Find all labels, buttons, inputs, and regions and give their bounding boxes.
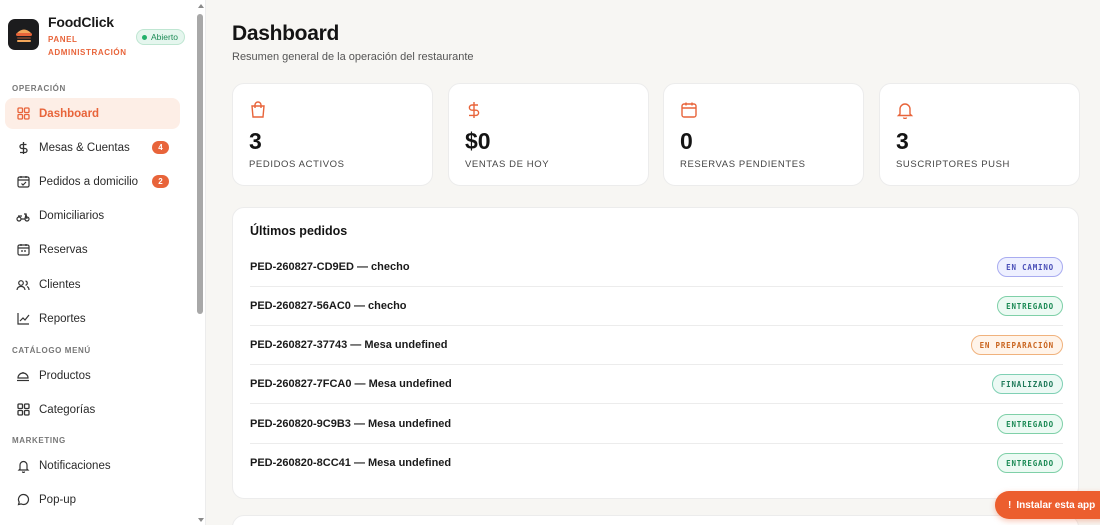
order-status-badge: FINALIZADO xyxy=(991,374,1063,394)
stat-card-pedidos-activos: 3 PEDIDOS ACTIVOS xyxy=(232,83,433,186)
calendar-icon xyxy=(680,101,698,119)
grid-icon xyxy=(16,107,30,121)
bell-icon xyxy=(16,459,30,473)
order-row[interactable]: PED-260827-7FCA0 — Mesa undefined FINALI… xyxy=(250,365,1063,404)
stat-value: $0 xyxy=(465,128,491,154)
order-id-text: PED-260827-37743 — Mesa undefined xyxy=(250,339,448,351)
sidebar-item-label: Reservas xyxy=(39,243,88,256)
sidebar-item-popup[interactable]: Pop-up xyxy=(5,484,180,515)
sidebar-item-label: Pedidos a domicilio xyxy=(39,175,139,188)
main-content: Dashboard Resumen general de la operació… xyxy=(207,0,1100,525)
sidebar-item-clientes[interactable]: Clientes xyxy=(5,269,180,300)
dollar-icon xyxy=(16,141,30,155)
status-text: Abierto xyxy=(151,32,178,42)
calendar-icon xyxy=(16,243,30,257)
latest-orders-card: Últimos pedidos PED-260827-CD9ED — chech… xyxy=(232,207,1079,499)
next-section-card xyxy=(232,515,1079,525)
mesas-count-badge: 4 xyxy=(152,141,169,154)
sidebar-item-categorias[interactable]: Categorías xyxy=(5,394,180,425)
order-row[interactable]: PED-260827-56AC0 — checho ENTREGADO xyxy=(250,287,1063,326)
order-row[interactable]: PED-260820-8CC41 — Mesa undefined ENTREG… xyxy=(250,444,1063,483)
scroll-up-arrow-icon[interactable] xyxy=(198,4,204,8)
chart-line-icon xyxy=(16,312,30,326)
sidebar-item-reservas[interactable]: Reservas xyxy=(5,234,180,265)
latest-orders-title: Últimos pedidos xyxy=(250,224,348,238)
sidebar-item-label: Dashboard xyxy=(39,107,100,120)
stat-label: PEDIDOS ACTIVOS xyxy=(249,159,345,170)
stat-value: 3 xyxy=(896,128,909,154)
scroll-down-arrow-icon[interactable] xyxy=(198,518,204,522)
sidebar-item-label: Domiciliarios xyxy=(39,209,105,222)
dish-icon xyxy=(16,369,30,383)
sidebar-item-label: Reportes xyxy=(39,312,86,325)
chat-bubble-icon xyxy=(16,493,30,507)
sidebar-item-label: Productos xyxy=(39,369,91,382)
sidebar-item-label: Pop-up xyxy=(39,493,77,506)
page-title: Dashboard xyxy=(232,22,339,45)
stat-label: VENTAS DE HOY xyxy=(465,159,550,170)
stat-label: RESERVAS PENDIENTES xyxy=(680,159,806,170)
sidebar-item-dashboard[interactable]: Dashboard xyxy=(5,98,180,129)
stat-card-suscriptores-push: 3 SUSCRIPTORES PUSH xyxy=(879,83,1080,186)
brand-logo xyxy=(8,19,39,50)
order-id-text: PED-260827-56AC0 — checho xyxy=(250,300,407,312)
order-status-badge: ENTREGADO xyxy=(997,414,1063,434)
sidebar-item-label: Clientes xyxy=(39,278,81,291)
stat-label: SUSCRIPTORES PUSH xyxy=(896,159,1011,170)
order-status-badge: EN CAMINO xyxy=(997,257,1063,277)
sidebar-item-label: Notificaciones xyxy=(39,459,111,472)
sidebar-item-label: Mesas & Cuentas xyxy=(39,141,130,154)
scroll-thumb[interactable] xyxy=(197,14,203,314)
order-row[interactable]: PED-260827-37743 — Mesa undefined EN PRE… xyxy=(250,326,1063,365)
status-dot-icon xyxy=(142,34,147,40)
scooter-icon xyxy=(16,209,30,223)
sidebar-item-mesas[interactable]: Mesas & Cuentas 4 xyxy=(5,132,180,163)
section-label-marketing: MARKETING xyxy=(12,436,66,445)
sidebar-item-pedidos-domicilio[interactable]: Pedidos a domicilio 2 xyxy=(5,166,180,197)
calendar-check-icon xyxy=(16,175,30,189)
brand-name: FoodClick xyxy=(48,14,114,30)
brand-subtitle-line1: PANEL xyxy=(48,35,78,44)
order-id-text: PED-260827-7FCA0 — Mesa undefined xyxy=(250,378,452,390)
sidebar-item-productos[interactable]: Productos xyxy=(5,360,180,391)
install-app-label: Instalar esta app xyxy=(1016,499,1096,511)
stat-card-reservas-pendientes: 0 RESERVAS PENDIENTES xyxy=(663,83,864,186)
order-row[interactable]: PED-260827-CD9ED — checho EN CAMINO xyxy=(250,248,1063,287)
dollar-icon xyxy=(465,101,483,119)
order-id-text: PED-260820-9C9B3 — Mesa undefined xyxy=(250,418,452,430)
sidebar-item-notificaciones[interactable]: Notificaciones xyxy=(5,450,180,481)
order-status-badge: ENTREGADO xyxy=(997,296,1063,316)
stat-value: 3 xyxy=(249,128,262,154)
brand-subtitle: PANEL ADMINISTRACIÓN xyxy=(48,33,127,59)
page-subtitle: Resumen general de la operación del rest… xyxy=(232,51,474,63)
grid-icon xyxy=(16,403,30,417)
section-label-operacion: OPERACIÓN xyxy=(12,84,66,93)
users-icon xyxy=(16,278,30,292)
order-id-text: PED-260820-8CC41 — Mesa undefined xyxy=(250,457,452,469)
stat-card-ventas-hoy: $0 VENTAS DE HOY xyxy=(448,83,649,186)
pedidos-count-badge: 2 xyxy=(152,175,169,188)
open-status-badge: Abierto xyxy=(136,29,185,45)
sidebar-item-label: Categorías xyxy=(39,403,96,416)
alert-icon: ! xyxy=(1008,499,1012,511)
sidebar-scrollbar[interactable] xyxy=(195,0,205,525)
brand-subtitle-line2: ADMINISTRACIÓN xyxy=(48,48,127,57)
install-app-button[interactable]: ! Instalar esta app xyxy=(995,491,1100,519)
order-row[interactable]: PED-260820-9C9B3 — Mesa undefined ENTREG… xyxy=(250,405,1063,444)
stat-value: 0 xyxy=(680,128,693,154)
sidebar-item-reportes[interactable]: Reportes xyxy=(5,303,180,334)
bell-icon xyxy=(896,101,914,120)
section-label-catalogo: CATÁLOGO MENÚ xyxy=(12,346,91,355)
shopping-bag-icon xyxy=(249,101,267,119)
sidebar: FoodClick PANEL ADMINISTRACIÓN Abierto O… xyxy=(0,0,206,525)
order-id-text: PED-260827-CD9ED — checho xyxy=(250,261,410,273)
sidebar-item-domiciliarios[interactable]: Domiciliarios xyxy=(5,200,180,231)
order-status-badge: EN PREPARACIÓN xyxy=(970,335,1063,355)
order-status-badge: ENTREGADO xyxy=(997,453,1063,473)
